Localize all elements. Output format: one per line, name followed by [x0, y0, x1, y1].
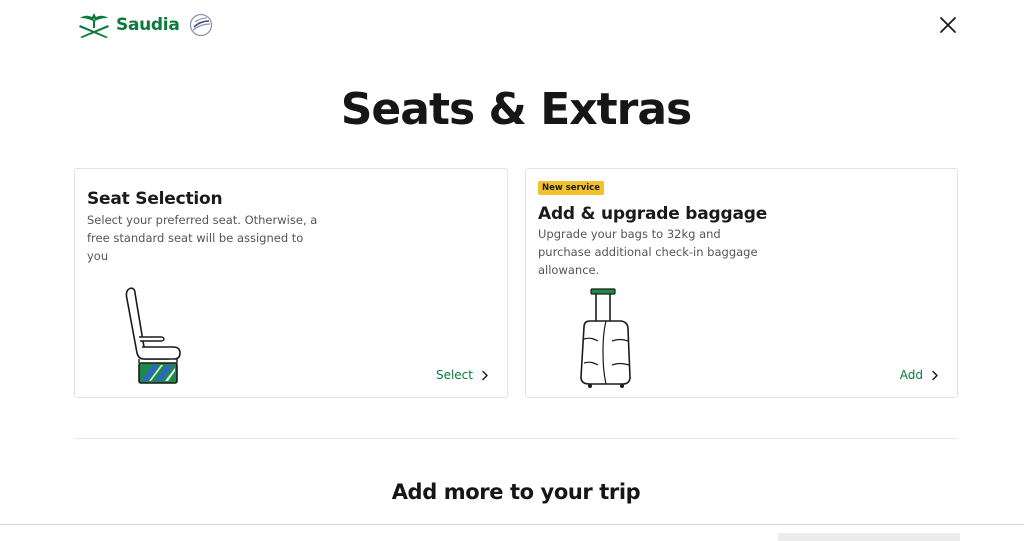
chevron-right-icon — [482, 370, 488, 380]
saudia-palm-swords-icon — [79, 13, 109, 38]
new-service-badge: New service — [538, 181, 604, 195]
header: Saudia — [0, 0, 1024, 52]
section-divider — [74, 438, 958, 439]
suitcase-icon — [580, 288, 631, 388]
bottom-button-placeholder[interactable] — [778, 533, 960, 541]
card-description: Select your preferred seat. Otherwise, a… — [87, 213, 318, 263]
add-label: Add — [899, 368, 923, 382]
close-icon[interactable] — [936, 13, 960, 37]
card-description: Upgrade your bags to 32kg and purchase a… — [538, 227, 758, 277]
section-title: Add more to your trip — [391, 480, 641, 504]
page-title: Seats & Extras — [340, 84, 693, 135]
brand-logo[interactable]: Saudia — [76, 10, 214, 40]
seat-selection-card[interactable]: Seat Selection Select your preferred sea… — [74, 168, 508, 398]
select-label: Select — [435, 368, 473, 382]
skyteam-icon — [189, 13, 212, 37]
add-baggage-button[interactable]: Add — [900, 368, 939, 382]
select-seat-button[interactable]: Select — [436, 368, 489, 382]
baggage-card[interactable]: New service Add & upgrade baggage Upgrad… — [525, 168, 958, 398]
seat-icon — [125, 287, 181, 384]
chevron-right-icon — [932, 370, 938, 380]
card-title: Add & upgrade baggage — [538, 204, 768, 224]
brand-name: Saudia — [116, 15, 180, 35]
card-title: Seat Selection — [87, 189, 223, 209]
